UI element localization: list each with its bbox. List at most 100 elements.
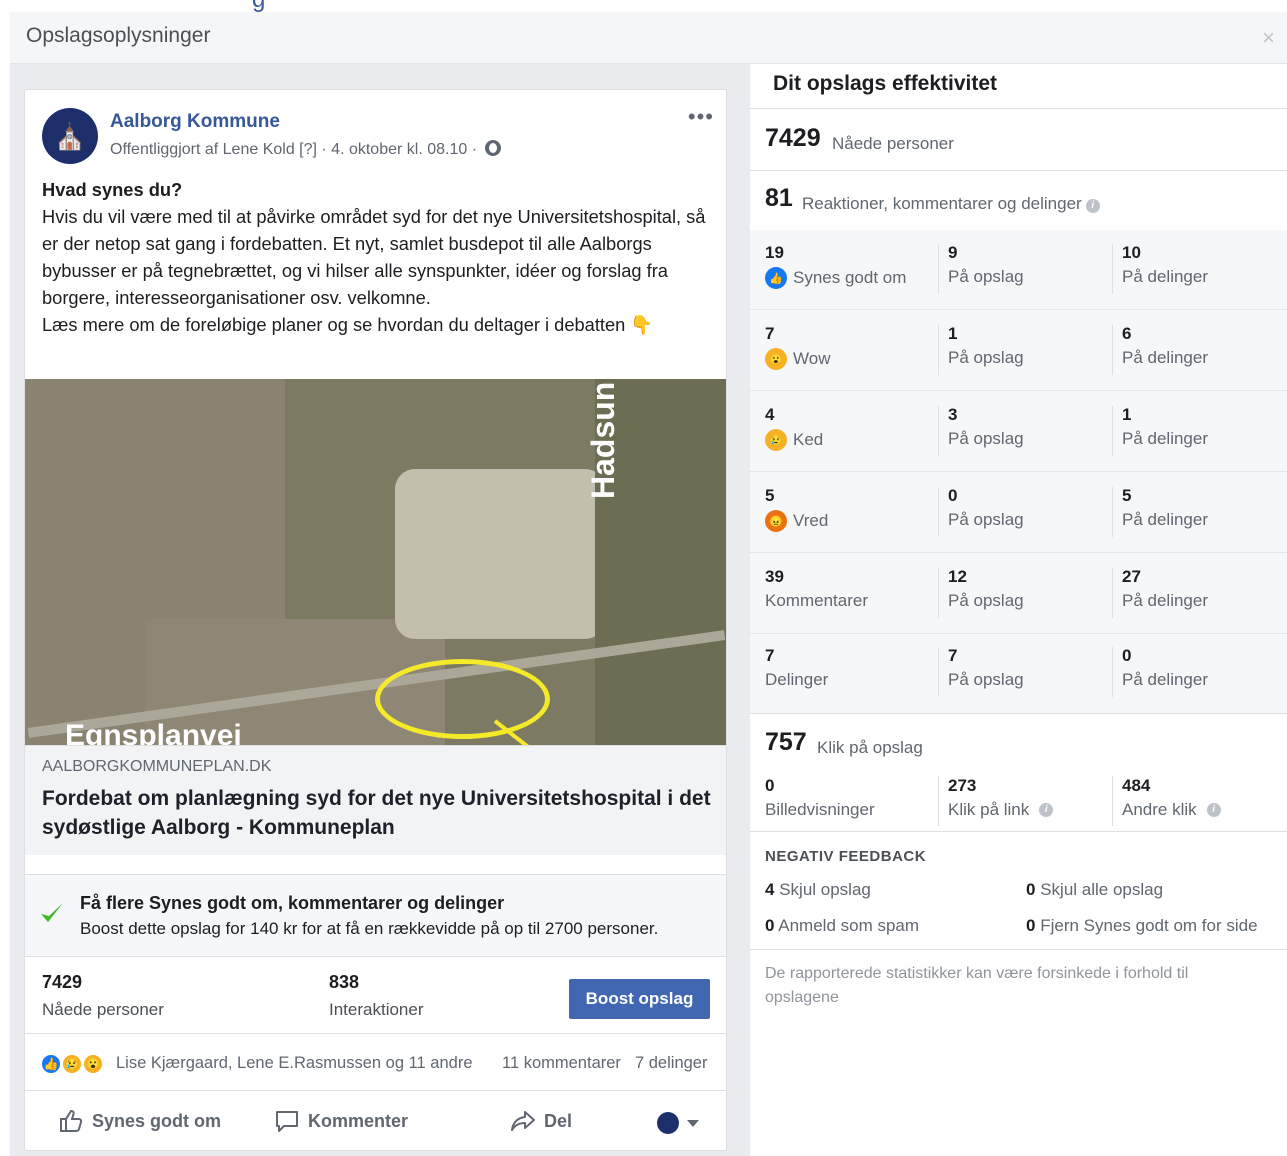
performance-panel: Dit opslags effektivitet 7429 Nåede pers…: [750, 64, 1287, 1156]
shares-count-link[interactable]: 7 delinger: [635, 1054, 707, 1073]
link-title: Fordebat om planlægning syd for det nye …: [42, 787, 711, 839]
spam-count: 0: [765, 916, 775, 935]
link-clicks-label-text: Klik på link: [948, 800, 1030, 819]
row-total: 5: [765, 486, 775, 505]
link-preview[interactable]: AALBORGKOMMUNEPLAN.DK Fordebat om planlæ…: [25, 745, 726, 855]
post-as-selector[interactable]: [657, 1112, 699, 1134]
on-post-count: 9: [948, 243, 958, 262]
wow-reaction-icon: 😮: [82, 1053, 104, 1075]
on-post-count: 3: [948, 405, 958, 424]
row-total: 39: [765, 567, 784, 586]
on-shares-label: På delinger: [1122, 670, 1209, 689]
reach-total: 7429: [765, 124, 821, 152]
on-shares-label: På delinger: [1122, 510, 1209, 529]
unlike-count: 0: [1026, 916, 1036, 935]
on-shares-count: 27: [1122, 567, 1141, 586]
row-label-text: Vred: [793, 511, 829, 530]
unlike-stat: 0 Fjern Synes godt om for side: [1026, 916, 1258, 936]
checkmark-leaf-icon: [41, 903, 63, 922]
row-total: 7: [765, 646, 775, 665]
reactions-breakdown: 19 👍 Synes godt om 9 På opslag 10 På deli…: [750, 230, 1287, 713]
stats-footnote: De rapporterede statistikker kan være fo…: [765, 965, 1189, 1006]
speech-bubble-icon: [276, 1111, 298, 1132]
row-label-text: Ked: [793, 430, 824, 449]
wow-icon: 😮: [765, 348, 787, 370]
post-text-cta: Læs mere om de foreløbige planer og se h…: [42, 314, 654, 335]
post-actions: Synes godt om Kommenter Del: [25, 1092, 726, 1150]
reach-label: Nåede personer: [42, 1000, 164, 1019]
info-icon[interactable]: i: [1039, 803, 1054, 817]
on-post-label: På opslag: [948, 591, 1024, 610]
unlike-label: Fjern Synes godt om for side: [1040, 916, 1258, 935]
reaction-row: 7 😮 Wow 1 På opslag 6 På delinger: [750, 311, 1287, 391]
other-clicks-label-text: Andre klik: [1122, 800, 1197, 819]
comment-button[interactable]: Kommenter: [274, 1108, 408, 1134]
row-label: Delinger: [765, 670, 829, 689]
post-meta-text: Offentliggjort af Lene Kold [?] · 4. okt…: [110, 141, 478, 158]
like-reaction-icon: 👍: [40, 1053, 62, 1075]
interactions-count: 838: [329, 972, 360, 992]
interactions-label: Interaktioner: [329, 1000, 424, 1019]
on-post-count: 0: [948, 486, 958, 505]
hide-post-count: 4: [765, 880, 775, 899]
on-shares-count: 10: [1122, 243, 1141, 262]
like-icon: 👍: [765, 267, 787, 289]
reaction-row: 4 😢 Ked 3 På opslag 1 På delinger: [750, 392, 1287, 472]
row-label: 😢 Ked: [765, 429, 823, 451]
row-label-text: Synes godt om: [793, 268, 907, 287]
row-label: Kommentarer: [765, 591, 868, 610]
on-post-label: På opslag: [948, 429, 1024, 448]
boost-post-button[interactable]: Boost opslag: [569, 979, 710, 1019]
on-post-count: 7: [948, 646, 958, 665]
reach-total-label: Nåede personer: [832, 134, 954, 153]
on-shares-label: På delinger: [1122, 429, 1209, 448]
spam-stat: 0 Anmeld som spam: [765, 916, 919, 936]
shares-row: 7 Delinger 7 På opslag 0 På delinger: [750, 633, 1287, 713]
like-button[interactable]: Synes godt om: [58, 1108, 221, 1134]
engagement-label-text: Reaktioner, kommentarer og delinger: [802, 194, 1082, 213]
link-domain: AALBORGKOMMUNEPLAN.DK: [42, 758, 272, 775]
row-total: 7: [765, 324, 775, 343]
photo-views-count: 0: [765, 776, 775, 795]
more-options-icon[interactable]: •••: [688, 104, 714, 130]
info-icon[interactable]: i: [1206, 803, 1221, 817]
row-total: 4: [765, 405, 775, 424]
highlight-ellipse: [375, 659, 550, 739]
hide-post-stat: 4 Skjul opslag: [765, 880, 871, 900]
angry-icon: 😠: [765, 510, 787, 532]
close-icon[interactable]: ×: [1262, 25, 1275, 51]
reach-count: 7429: [42, 972, 83, 992]
sad-reaction-icon: 😢: [61, 1053, 83, 1075]
performance-title: Dit opslags effektivitet: [773, 72, 998, 95]
reactors-link[interactable]: Lise Kjærgaard, Lene E.Rasmussen og 11 a…: [116, 1054, 473, 1073]
post-card: ⛪ Aalborg Kommune Offentliggjort af Lene…: [24, 89, 727, 1151]
row-label: 👍 Synes godt om: [765, 267, 906, 289]
hide-all-label: Skjul alle opslag: [1040, 880, 1164, 899]
boost-description: Boost dette opslag for 140 kr for at få …: [80, 919, 659, 938]
post-map-image[interactable]: Hadsun Egnsplanvej: [25, 379, 726, 745]
sad-icon: 😢: [765, 429, 787, 451]
boost-title: Få flere Synes godt om, kommentarer og d…: [80, 893, 505, 913]
page-avatar[interactable]: ⛪: [42, 108, 98, 164]
post-text-lead: Hvad synes du?: [42, 179, 183, 200]
post-meta: Offentliggjort af Lene Kold [?] · 4. okt…: [110, 140, 502, 159]
on-shares-count: 0: [1122, 646, 1132, 665]
map-label-road-right: Hadsun: [585, 381, 621, 499]
comments-count-link[interactable]: 11 kommentarer: [502, 1054, 621, 1073]
reaction-row: 19 👍 Synes godt om 9 På opslag 10 På deli…: [750, 230, 1287, 310]
dialog-title: Opslagsoplysninger: [26, 24, 211, 47]
share-button-label: Del: [544, 1110, 573, 1131]
clicks-total: 757: [765, 728, 807, 756]
engagement-label: Reaktioner, kommentarer og delinger i: [802, 194, 1100, 214]
engagement-total: 81: [765, 184, 793, 212]
on-shares-label: På delinger: [1122, 591, 1209, 610]
negative-feedback-title: NEGATIV FEEDBACK: [765, 848, 927, 865]
share-button[interactable]: Del: [510, 1108, 572, 1134]
page-name-link[interactable]: Aalborg Kommune: [110, 111, 280, 133]
dialog-header: Opslagsoplysninger ×: [10, 12, 1287, 64]
hide-all-count: 0: [1026, 880, 1036, 899]
page-profile-icon: [657, 1112, 679, 1134]
boost-suggestion: Få flere Synes godt om, kommentarer og d…: [25, 874, 726, 957]
chevron-down-icon: [687, 1119, 699, 1127]
info-icon[interactable]: i: [1085, 199, 1100, 213]
